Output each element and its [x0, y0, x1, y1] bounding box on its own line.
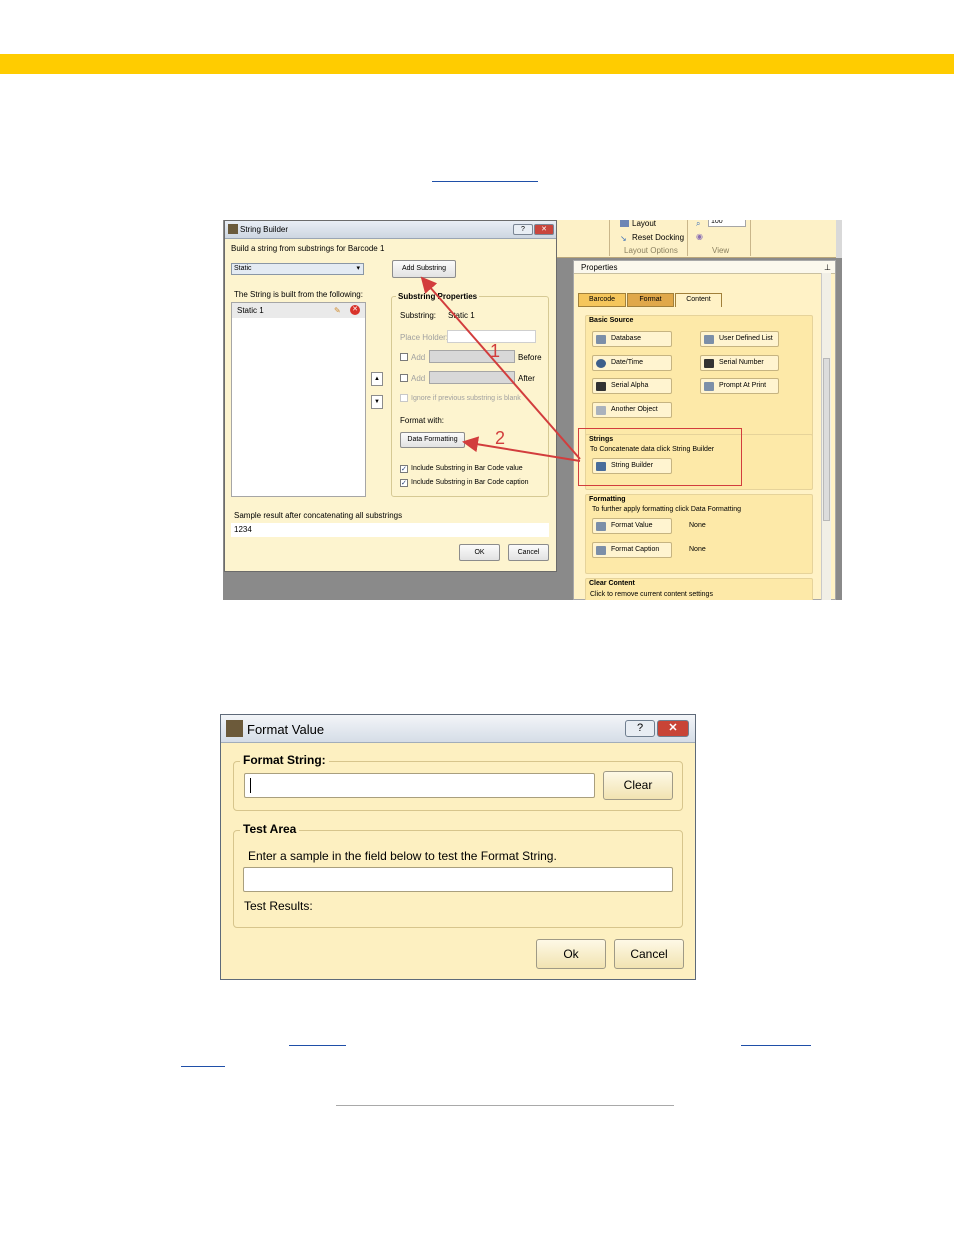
footer-rule — [336, 1105, 674, 1106]
app-icon — [226, 720, 243, 737]
test-results-label: Test Results: — [244, 899, 313, 913]
clear-button[interactable]: Clear — [603, 771, 673, 800]
close-button[interactable]: ✕ — [657, 720, 689, 737]
test-input[interactable] — [243, 867, 673, 892]
ok-button[interactable]: Ok — [536, 939, 606, 969]
annotation-overlay: 1 2 — [420, 276, 581, 462]
format-value-titlebar: Format Value ? ✕ — [221, 715, 695, 743]
format-value-title: Format Value — [247, 722, 325, 737]
cancel-button[interactable]: Cancel — [614, 939, 684, 969]
text-cursor — [250, 778, 251, 793]
format-value-dialog: Format Value ? ✕ Format String: Clear Te… — [220, 714, 696, 980]
test-instructions: Enter a sample in the field below to tes… — [248, 849, 557, 863]
annotation-2: 2 — [495, 428, 505, 448]
help-button[interactable]: ? — [625, 720, 655, 737]
format-string-input[interactable] — [244, 773, 595, 798]
annotation-1: 1 — [490, 341, 500, 361]
format-string-label: Format String: — [240, 753, 329, 767]
test-area-label: Test Area — [240, 822, 300, 836]
arrow-2 — [462, 436, 581, 462]
